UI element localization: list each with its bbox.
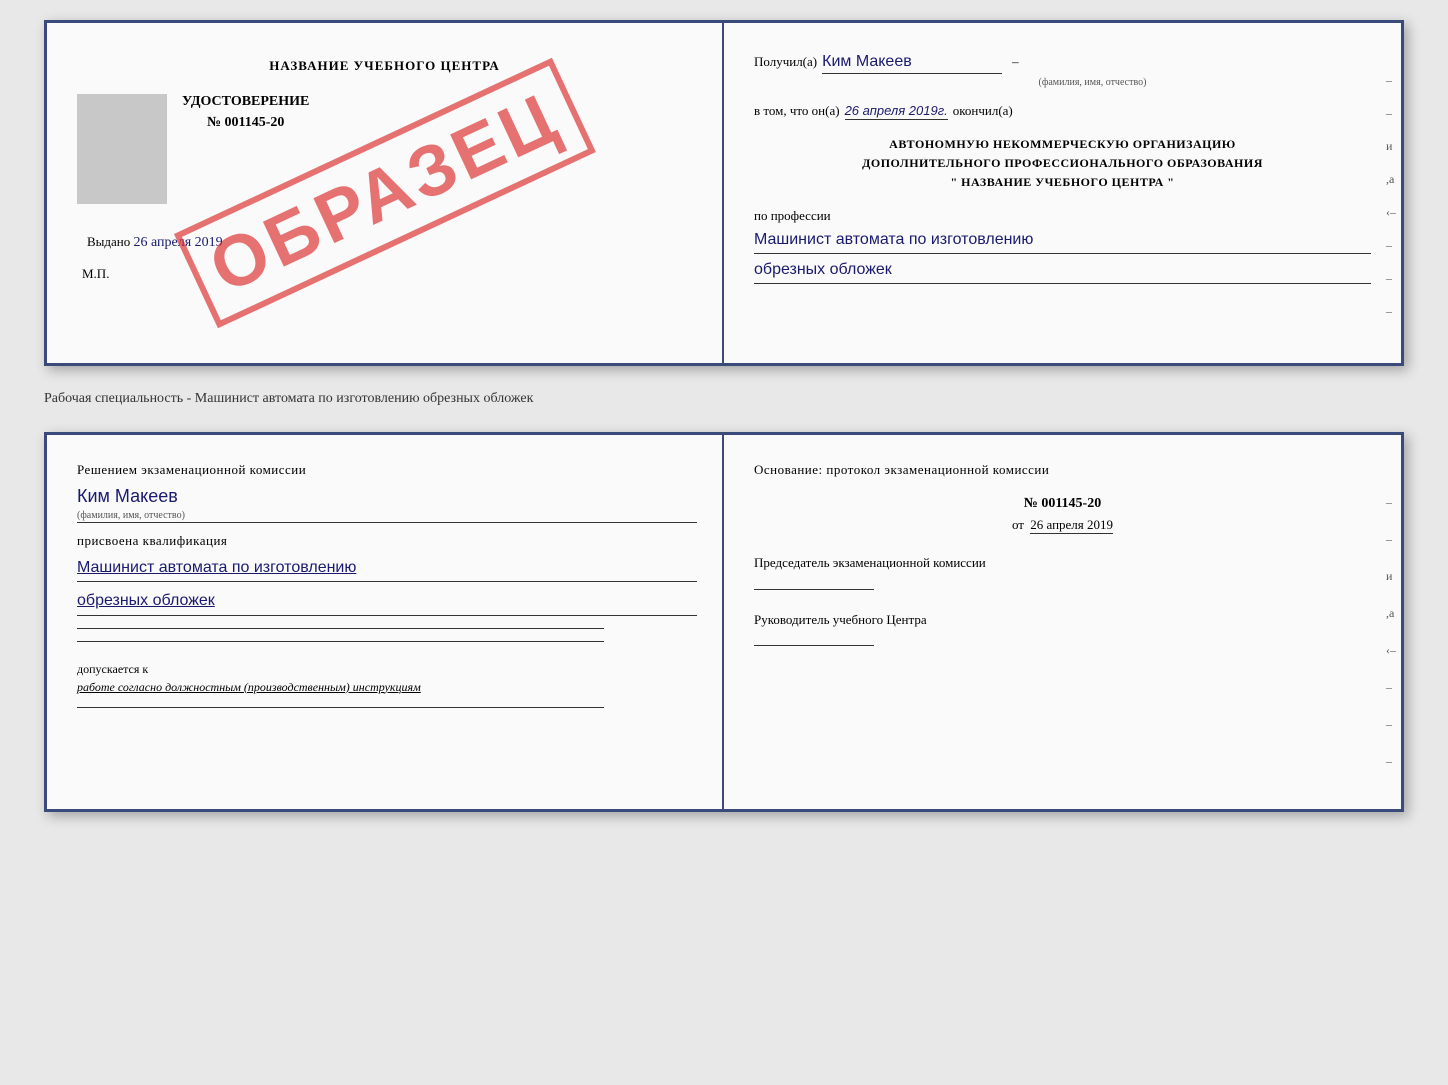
dopuskaetsya-prefix: допускается к <box>77 662 697 677</box>
prisvoena-label: присвоена квалификация <box>77 533 697 549</box>
udostoverenie-info: УДОСТОВЕРЕНИЕ № 001145-20 <box>182 94 309 131</box>
protocol-date-value: 26 апреля 2019 <box>1030 517 1113 534</box>
bottom-fio-caption: (фамилия, имя, отчество) <box>77 510 697 523</box>
predsedatel-block: Председатель экзаменационной комиссии <box>754 553 1371 590</box>
poluchil-label: Получил(а) <box>754 54 817 70</box>
po-professii: по профессии Машинист автомата по изгото… <box>754 208 1371 285</box>
predsedatel-label: Председатель экзаменационной комиссии <box>754 555 986 570</box>
dopuskaetsya-text: работе согласно должностным (производств… <box>77 680 697 695</box>
dash: – <box>1012 54 1019 70</box>
right-sidebar-marks: – – и ,а ‹– – – – <box>1386 73 1396 319</box>
org-name: " НАЗВАНИЕ УЧЕБНОГО ЦЕНТРА " <box>754 173 1371 192</box>
bottom-doc-right: Основание: протокол экзаменационной коми… <box>724 435 1401 809</box>
qualification-line1: Машинист автомата по изготовлению <box>77 557 697 582</box>
dopuskaetsya-block: допускается к работе согласно должностны… <box>77 662 697 695</box>
rukovoditel-signature-line <box>754 645 874 646</box>
qualification-line2: обрезных обложек <box>77 590 697 615</box>
cert-number: № 001145-20 <box>182 115 309 131</box>
org-text: АВТОНОМНУЮ НЕКОММЕРЧЕСКУЮ ОРГАНИЗАЦИЮ ДО… <box>754 135 1371 193</box>
rukovoditel-block: Руководитель учебного Центра <box>754 610 1371 647</box>
protocol-date: от 26 апреля 2019 <box>754 517 1371 533</box>
top-doc-left: НАЗВАНИЕ УЧЕБНОГО ЦЕНТРА УДОСТОВЕРЕНИЕ №… <box>47 23 724 363</box>
protocol-number: № 001145-20 <box>754 496 1371 512</box>
org-line2: ДОПОЛНИТЕЛЬНОГО ПРОФЕССИОНАЛЬНОГО ОБРАЗО… <box>754 154 1371 173</box>
predsedatel-signature-line <box>754 589 874 590</box>
poluchil-line: Получил(а) Ким Макеев – <box>754 53 1371 74</box>
osnovanie-header: Основание: протокол экзаменационной коми… <box>754 460 1371 481</box>
ot-label: от <box>1012 517 1024 532</box>
mp-line: М.П. <box>82 266 692 282</box>
udostoverenie-label: УДОСТОВЕРЕНИЕ <box>182 94 309 110</box>
top-doc-right: Получил(а) Ким Макеев – (фамилия, имя, о… <box>724 23 1401 363</box>
vydano-date: 26 апреля 2019 <box>134 235 223 250</box>
okonchil-label: окончил(а) <box>953 103 1013 119</box>
rukovoditel-label: Руководитель учебного Центра <box>754 612 927 627</box>
vydano-line: Выдано 26 апреля 2019 <box>87 234 692 251</box>
bottom-document: Решением экзаменационной комиссии Ким Ма… <box>44 432 1404 812</box>
vydano-label: Выдано <box>87 234 130 249</box>
po-professii-label: по профессии <box>754 208 831 223</box>
udostoverenie-box: УДОСТОВЕРЕНИЕ № 001145-20 <box>77 94 692 204</box>
bottom-person-name: Ким Макеев <box>77 486 697 507</box>
profession-line1: Машинист автомата по изготовлению <box>754 229 1371 254</box>
top-doc-title: НАЗВАНИЕ УЧЕБНОГО ЦЕНТРА <box>77 58 692 74</box>
resheniem-label: Решением экзаменационной комиссии <box>77 460 697 481</box>
org-line1: АВТОНОМНУЮ НЕКОММЕРЧЕСКУЮ ОРГАНИЗАЦИЮ <box>754 135 1371 154</box>
bottom-doc-left: Решением экзаменационной комиссии Ким Ма… <box>47 435 724 809</box>
profession-line2: обрезных обложек <box>754 259 1371 284</box>
photo-placeholder <box>77 94 167 204</box>
recipient-name: Ким Макеев <box>822 53 1002 74</box>
between-documents-text: Рабочая специальность - Машинист автомат… <box>44 386 1404 412</box>
vtom-label: в том, что он(а) <box>754 103 840 119</box>
top-document: НАЗВАНИЕ УЧЕБНОГО ЦЕНТРА УДОСТОВЕРЕНИЕ №… <box>44 20 1404 366</box>
completion-date: 26 апреля 2019г. <box>845 103 948 120</box>
fio-caption-top: (фамилия, имя, отчество) <box>814 77 1371 88</box>
vtom-line: в том, что он(а) 26 апреля 2019г. окончи… <box>754 103 1371 120</box>
bottom-right-marks: – – и ,а ‹– – – – <box>1386 495 1396 769</box>
